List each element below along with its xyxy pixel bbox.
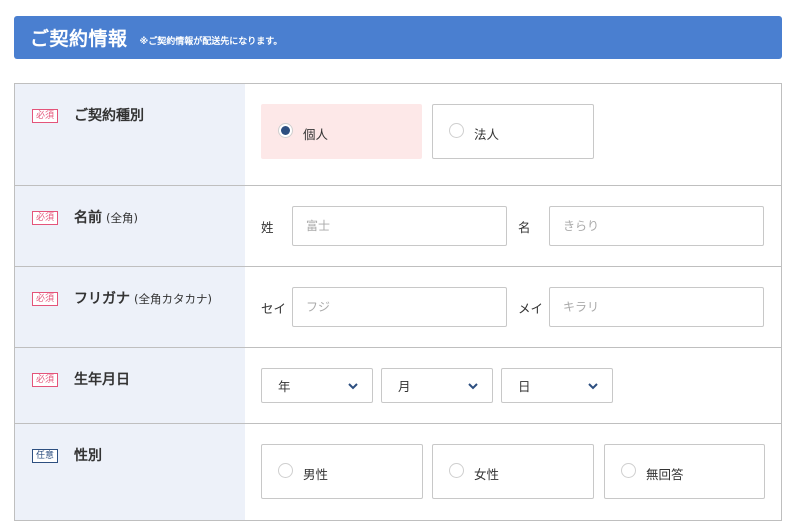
birthdate-label-cell: 必須 生年月日	[15, 348, 245, 423]
gender-no-answer-option[interactable]: 無回答	[604, 444, 765, 499]
birthdate-row: 必須 生年月日 年 月 日	[15, 348, 781, 424]
required-badge: 必須	[32, 211, 59, 225]
last-kana-input[interactable]	[292, 287, 507, 327]
furigana-label-cell: 必須 フリガナ (全角カタカナ)	[15, 267, 245, 347]
last-name-input[interactable]	[292, 206, 507, 246]
radio-unchecked-icon[interactable]	[621, 463, 636, 478]
birth-month-select[interactable]: 月	[381, 368, 493, 403]
radio-unchecked-icon[interactable]	[449, 123, 464, 138]
contract-form: 必須 ご契約種別 個人 法人 必須 名前 (全角) 姓 名	[14, 83, 782, 521]
radio-unchecked-icon[interactable]	[278, 463, 293, 478]
first-kana-input[interactable]	[549, 287, 764, 327]
furigana-value-cell: セイ メイ	[245, 267, 781, 347]
furigana-label: フリガナ (全角カタカナ)	[74, 288, 212, 308]
contract-type-value-cell: 個人 法人	[245, 84, 781, 185]
birth-year-select[interactable]: 年	[261, 368, 373, 403]
section-header: ご契約情報 ※ご契約情報が配送先になります。	[14, 16, 782, 59]
first-name-input[interactable]	[549, 206, 764, 246]
birth-month-value: 月	[398, 379, 411, 394]
chevron-down-icon	[588, 383, 598, 390]
gender-label: 性別	[74, 448, 102, 464]
first-name-label: 名	[518, 220, 531, 235]
no-answer-label: 無回答	[646, 467, 684, 482]
gender-label-cell: 任意 性別	[15, 424, 245, 520]
name-label-sub: (全角)	[106, 211, 138, 225]
gender-male-option[interactable]: 男性	[261, 444, 423, 499]
gender-female-option[interactable]: 女性	[432, 444, 594, 499]
last-name-label: 姓	[261, 220, 274, 235]
section-note: ※ご契約情報が配送先になります。	[139, 36, 283, 47]
radio-checked-icon[interactable]	[278, 123, 293, 138]
name-label: 名前 (全角)	[74, 207, 138, 227]
birth-day-select[interactable]: 日	[501, 368, 613, 403]
last-kana-label: セイ	[261, 301, 287, 316]
chevron-down-icon	[348, 383, 358, 390]
birth-year-value: 年	[278, 379, 291, 394]
required-badge: 必須	[32, 373, 59, 387]
name-label-cell: 必須 名前 (全角)	[15, 186, 245, 266]
furigana-row: 必須 フリガナ (全角カタカナ) セイ メイ	[15, 267, 781, 348]
birth-day-value: 日	[518, 379, 531, 394]
furigana-label-sub: (全角カタカナ)	[134, 292, 212, 306]
corporate-label: 法人	[474, 127, 500, 142]
name-label-text: 名前	[74, 210, 102, 226]
birthdate-value-cell: 年 月 日	[245, 348, 781, 423]
contract-type-corporate-option[interactable]: 法人	[432, 104, 594, 159]
furigana-label-text: フリガナ	[74, 291, 130, 307]
required-badge: 必須	[32, 292, 59, 306]
gender-row: 任意 性別 男性 女性 無回答	[15, 424, 781, 521]
gender-value-cell: 男性 女性 無回答	[245, 424, 781, 520]
section-title: ご契約情報	[30, 28, 128, 50]
required-badge: 必須	[32, 109, 59, 123]
contract-type-label-cell: 必須 ご契約種別	[15, 84, 245, 185]
first-kana-label: メイ	[518, 301, 544, 316]
contract-type-row: 必須 ご契約種別 個人 法人	[15, 84, 781, 186]
contract-type-individual-option[interactable]: 個人	[261, 104, 422, 159]
female-label: 女性	[474, 467, 500, 482]
name-row: 必須 名前 (全角) 姓 名	[15, 186, 781, 267]
birthdate-label: 生年月日	[74, 372, 130, 388]
male-label: 男性	[303, 467, 329, 482]
radio-unchecked-icon[interactable]	[449, 463, 464, 478]
contract-type-label: ご契約種別	[74, 108, 144, 124]
individual-label: 個人	[303, 127, 329, 142]
name-value-cell: 姓 名	[245, 186, 781, 266]
optional-badge: 任意	[32, 449, 59, 463]
chevron-down-icon	[468, 383, 478, 390]
